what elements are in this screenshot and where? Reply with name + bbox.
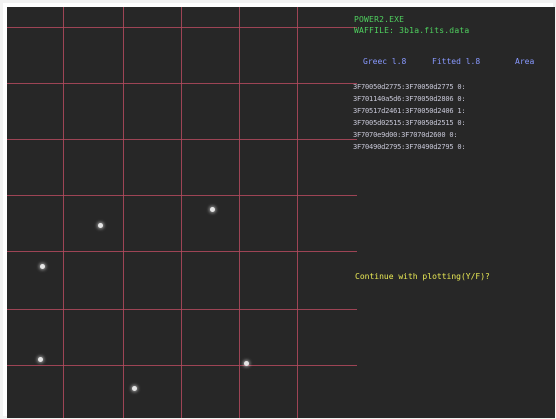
- grid-line-horizontal: [7, 27, 357, 28]
- star-point: [210, 207, 215, 212]
- star-point: [244, 361, 249, 366]
- grid-line-vertical: [123, 7, 124, 418]
- table-header-area: Area: [515, 57, 535, 66]
- window-frame: POWER2.EXE WAFFILE: 3b1a.fits.data Greec…: [0, 0, 556, 419]
- star-point: [38, 357, 43, 362]
- grid-line-vertical: [63, 7, 64, 418]
- table-row: 3F70490d2795:3F70490d2795 0:: [353, 143, 466, 151]
- grid-line-horizontal: [7, 365, 357, 366]
- terminal-screen: POWER2.EXE WAFFILE: 3b1a.fits.data Greec…: [7, 7, 555, 418]
- plot-area: [7, 7, 357, 418]
- table-row: 3F701140a5d6:3F70050d2806 0:: [353, 95, 466, 103]
- grid-line-vertical: [297, 7, 298, 418]
- grid-line-horizontal: [7, 83, 357, 84]
- grid-line-vertical: [181, 7, 182, 418]
- status-line-1: POWER2.EXE: [354, 15, 405, 24]
- table-header-greec: Greec l.8: [363, 57, 407, 66]
- grid-line-horizontal: [7, 195, 357, 196]
- table-row: 3F70050d2775:3F70050d2775 0:: [353, 83, 466, 91]
- status-line-2: WAFFILE: 3b1a.fits.data: [354, 26, 470, 35]
- grid-line-vertical: [239, 7, 240, 418]
- table-row: 3F7005d02515:3F70050d2515 0:: [353, 119, 466, 127]
- grid-line-horizontal: [7, 309, 357, 310]
- table-row: 3F70517d2461:3F70050d2406 1:: [353, 107, 466, 115]
- table-header-fitted: Fitted l.8: [432, 57, 481, 66]
- continue-prompt[interactable]: Continue with plotting(Y/F)?: [355, 272, 490, 281]
- star-point: [40, 264, 45, 269]
- star-point: [98, 223, 103, 228]
- star-point: [132, 386, 137, 391]
- grid-line-horizontal: [7, 251, 357, 252]
- table-row: 3F7070e9d00:3F7070d2600 0:: [353, 131, 458, 139]
- grid-line-horizontal: [7, 139, 357, 140]
